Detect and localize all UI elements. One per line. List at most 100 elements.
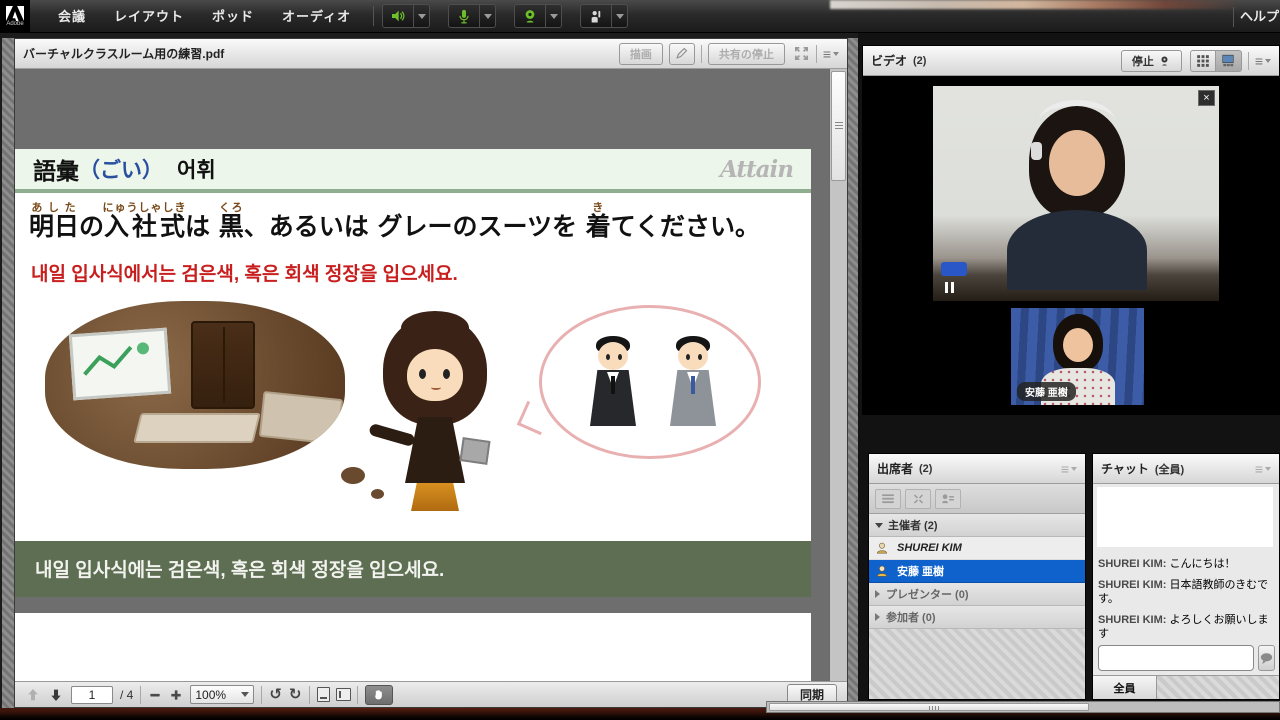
stop-sharing-button[interactable]: 共有の停止 <box>708 43 785 65</box>
pod-menu-icon[interactable]: ≡ <box>823 47 839 61</box>
status-dropdown[interactable] <box>612 4 628 28</box>
fullscreen-icon[interactable] <box>793 45 810 62</box>
caption-bar: 내일 입사식에는 검은색, 혹은 회색 정장을 입으세요. <box>15 541 811 597</box>
participants-section-header[interactable]: 参加者 (0) <box>869 606 1085 629</box>
send-button[interactable] <box>1258 645 1275 671</box>
close-video-button[interactable]: × <box>1198 90 1215 106</box>
pdf-title: バーチャルクラスルーム用の練習.pdf <box>23 45 224 62</box>
chat-scope: (全員) <box>1155 461 1184 477</box>
heading-reading: （ごい） <box>79 154 163 184</box>
pod-menu-icon[interactable]: ≡ <box>1061 462 1077 476</box>
hosts-section-header[interactable]: 主催者 (2) <box>869 514 1085 537</box>
webcam-button[interactable] <box>514 4 546 28</box>
share-pod-header: バーチャルクラスルーム用の練習.pdf 描画 共有の停止 ≡ <box>15 39 847 69</box>
presenters-section-header[interactable]: プレゼンター (0) <box>869 583 1085 606</box>
main-video-feed: × <box>933 86 1219 301</box>
pod-menu-icon[interactable]: ≡ <box>1255 462 1271 476</box>
heading-japanese: 語彙 <box>33 152 79 186</box>
zoom-select[interactable]: 100% <box>190 685 254 704</box>
slide-illustration <box>15 289 811 537</box>
pdf-scrollbar[interactable] <box>829 69 847 681</box>
speaker-icon <box>389 8 407 24</box>
thumbnail-video-feed[interactable]: 安藤 亜樹 <box>1011 308 1144 405</box>
microphone-dropdown[interactable] <box>480 4 496 28</box>
zoom-in-button[interactable] <box>169 688 183 702</box>
list-view-icon <box>881 493 895 505</box>
pdf-scrollbar-thumb[interactable] <box>831 71 846 181</box>
microphone-button[interactable] <box>448 4 480 28</box>
chat-message: SHUREI KIM:日本語教師のきむです。 <box>1098 578 1274 606</box>
draw-button[interactable]: 描画 <box>619 43 663 65</box>
page-down-button[interactable] <box>48 687 64 703</box>
menu-item-pods[interactable]: ポッド <box>198 0 268 33</box>
chat-input[interactable] <box>1098 645 1254 671</box>
korean-translation: 내일 입사식에서는 검은색, 혹은 회색 정장을 입으세요. <box>31 259 458 286</box>
status-button[interactable] <box>580 4 612 28</box>
webcam-small-icon <box>1158 55 1171 67</box>
cloud-dot <box>341 467 365 484</box>
pen-icon <box>675 47 688 60</box>
suit-man-gray <box>664 338 722 434</box>
filmstrip-view-button[interactable] <box>1216 50 1242 72</box>
attendee-list-view-button[interactable] <box>875 489 901 509</box>
menu-item-layout[interactable]: レイアウト <box>100 0 198 33</box>
video-pod-title: ビデオ <box>871 52 907 69</box>
pointer-tool-button[interactable] <box>669 43 695 65</box>
chat-pod: チャット (全員) ≡ SHUREI KIM:こんにちは！ SHUREI KIM… <box>1092 453 1280 700</box>
wardrobe-drawing <box>191 321 255 409</box>
hand-icon <box>372 688 385 701</box>
stop-video-button[interactable]: 停止 <box>1121 50 1182 72</box>
grid-view-button[interactable] <box>1190 50 1216 72</box>
thought-cloud <box>45 301 345 469</box>
microphone-icon <box>456 8 472 25</box>
rotate-cw-button[interactable]: ↻ <box>289 687 302 703</box>
pause-video-button[interactable] <box>945 282 954 293</box>
adobe-logo: Adobe <box>0 0 30 33</box>
rotate-ccw-button[interactable]: ↺ <box>269 687 282 703</box>
chat-whiteboard-area <box>1097 487 1273 547</box>
filmstrip-icon <box>1220 54 1236 68</box>
chat-message: SHUREI KIM:こんにちは！ <box>1098 557 1274 571</box>
horizontal-scrollbar-thumb[interactable] <box>769 703 1089 711</box>
chat-pod-header: チャット (全員) ≡ <box>1093 454 1279 484</box>
page-up-button[interactable] <box>25 687 41 703</box>
attendee-row-shurei-kim[interactable]: SHUREI KIM <box>869 537 1085 560</box>
zoom-out-button[interactable] <box>148 688 162 702</box>
menu-item-help[interactable]: ヘルプ <box>1240 0 1280 33</box>
hand-tool-button[interactable] <box>365 685 393 705</box>
menu-item-audio[interactable]: オーディオ <box>268 0 365 33</box>
fit-page-button[interactable] <box>336 688 351 701</box>
attendees-pod-header: 出席者 (2) ≡ <box>869 454 1085 484</box>
pod-menu-icon[interactable]: ≡ <box>1255 54 1271 68</box>
webcam-icon <box>522 8 538 25</box>
person-card-icon <box>941 493 955 505</box>
page-input[interactable] <box>71 686 113 704</box>
fit-width-button[interactable] <box>317 687 330 702</box>
attendee-status-view-button[interactable] <box>935 489 961 509</box>
suit-man-black <box>584 338 642 434</box>
desk-drawing <box>259 391 343 445</box>
host-icon <box>875 541 889 555</box>
video-pod: ビデオ (2) 停止 ≡ <box>862 45 1280 415</box>
grid-icon <box>1196 54 1210 68</box>
left-resize-strip[interactable] <box>2 38 14 708</box>
video-name-badge: 安藤 亜樹 <box>1017 382 1076 401</box>
chat-history: SHUREI KIM:こんにちは！ SHUREI KIM:日本語教師のきむです。… <box>1093 484 1279 641</box>
speaker-button[interactable] <box>382 4 414 28</box>
attendees-toolbar <box>869 484 1085 514</box>
toolbar-separator <box>701 45 702 63</box>
vertical-resize-strip[interactable] <box>848 38 858 708</box>
chat-tabs: 全員 <box>1093 675 1279 699</box>
attendee-row-ando-aki[interactable]: 安藤 亜樹 <box>869 560 1085 583</box>
menu-item-meeting[interactable]: 会議 <box>44 0 100 33</box>
pdf-viewer[interactable]: 語彙 （ごい） 어휘 Attain 明日あしたの入社式にゅうしゃしきは 黒くろ、… <box>15 69 847 681</box>
chat-tab-everyone[interactable]: 全員 <box>1093 676 1157 699</box>
breakout-view-button[interactable] <box>905 489 931 509</box>
horizontal-scrollbar[interactable] <box>766 701 1280 713</box>
webcam-dropdown[interactable] <box>546 4 562 28</box>
help-separator <box>1233 7 1234 27</box>
chat-message: SHUREI KIM:よろしくお願いします <box>1098 613 1274 641</box>
chat-input-row <box>1093 641 1279 675</box>
speaker-dropdown[interactable] <box>414 4 430 28</box>
breakout-icon <box>912 493 925 505</box>
